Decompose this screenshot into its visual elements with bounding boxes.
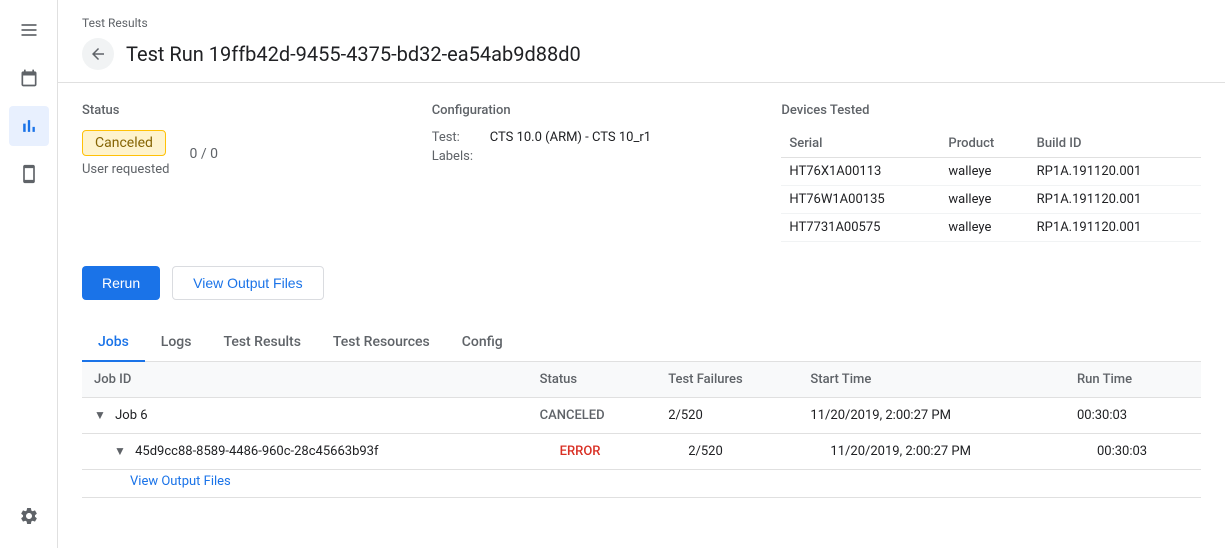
progress-text: 0 / 0	[189, 146, 217, 162]
info-section: Status Canceled User requested 0 / 0 Con…	[82, 103, 1201, 242]
test-value: CTS 10.0 (ARM) - CTS 10_r1	[490, 130, 651, 145]
view-output-button[interactable]: View Output Files	[172, 266, 323, 300]
content-area: Status Canceled User requested 0 / 0 Con…	[58, 83, 1225, 548]
child-run-time: 00:30:03	[1065, 434, 1201, 470]
device-serial: HT76W1A00135	[781, 186, 940, 214]
table-row: HT76W1A00135 walleye RP1A.191120.001	[781, 186, 1201, 214]
job-id: ▼ Job 6	[82, 398, 528, 434]
device-build: RP1A.191120.001	[1029, 186, 1201, 214]
status-badge: Canceled	[82, 130, 166, 156]
device-serial: HT76X1A00113	[781, 158, 940, 186]
tab-test-resources[interactable]: Test Resources	[317, 324, 446, 362]
job-status: CANCELED	[528, 398, 657, 434]
tab-test-results[interactable]: Test Results	[207, 324, 316, 362]
page-title: Test Run 19ffb42d-9455-4375-bd32-ea54ab9…	[126, 42, 581, 66]
device-product: walleye	[940, 158, 1028, 186]
header: Test Results Test Run 19ffb42d-9455-4375…	[58, 0, 1225, 83]
config-block: Configuration Test: CTS 10.0 (ARM) - CTS…	[432, 103, 782, 242]
table-row: ▼ Job 6 CANCELED 2/520 11/20/2019, 2:00:…	[82, 398, 1201, 434]
main-content: Test Results Test Run 19ffb42d-9455-4375…	[58, 0, 1225, 548]
col-test-failures: Test Failures	[656, 362, 798, 398]
job-test-failures: 2/520	[656, 398, 798, 434]
table-row: HT76X1A00113 walleye RP1A.191120.001	[781, 158, 1201, 186]
rerun-button[interactable]: Rerun	[82, 266, 160, 300]
phone-icon[interactable]	[9, 154, 49, 194]
back-button[interactable]	[82, 38, 114, 70]
col-status: Status	[528, 362, 657, 398]
table-row: ▼ 45d9cc88-8589-4486-960c-28c45663b93f E…	[82, 434, 1201, 470]
bar-chart-icon[interactable]	[9, 106, 49, 146]
child-test-failures: 2/520	[656, 434, 798, 470]
tab-logs[interactable]: Logs	[145, 324, 208, 362]
tabs: JobsLogsTest ResultsTest ResourcesConfig	[82, 324, 1201, 362]
expand-icon[interactable]: ▼	[94, 408, 106, 422]
sidebar	[0, 0, 58, 548]
devices-col-build: Build ID	[1029, 130, 1201, 158]
view-output-link[interactable]: View Output Files	[130, 474, 231, 489]
devices-title: Devices Tested	[781, 103, 1201, 118]
job-start-time: 11/20/2019, 2:00:27 PM	[798, 398, 1065, 434]
actions-row: Rerun View Output Files	[82, 266, 1201, 300]
devices-col-product: Product	[940, 130, 1028, 158]
list-icon[interactable]	[9, 10, 49, 50]
test-label: Test:	[432, 130, 482, 145]
device-build: RP1A.191120.001	[1029, 214, 1201, 242]
child-start-time: 11/20/2019, 2:00:27 PM	[798, 434, 1065, 470]
job-run-time: 00:30:03	[1065, 398, 1201, 434]
labels-label: Labels:	[432, 149, 482, 164]
devices-block: Devices Tested Serial Product Build ID H…	[781, 103, 1201, 242]
view-output-cell: View Output Files	[82, 470, 1201, 498]
col-job-id: Job ID	[82, 362, 528, 398]
table-row: HT7731A00575 walleye RP1A.191120.001	[781, 214, 1201, 242]
status-title: Status	[82, 103, 432, 118]
status-sub: User requested	[82, 162, 169, 177]
settings-icon[interactable]	[9, 496, 49, 536]
jobs-table: Job ID Status Test Failures Start Time R…	[82, 362, 1201, 498]
child-job-id: ▼ 45d9cc88-8589-4486-960c-28c45663b93f	[82, 434, 528, 470]
devices-col-serial: Serial	[781, 130, 940, 158]
tab-jobs[interactable]: Jobs	[82, 324, 145, 362]
expand-icon[interactable]: ▼	[114, 444, 126, 458]
col-run-time: Run Time	[1065, 362, 1201, 398]
device-build: RP1A.191120.001	[1029, 158, 1201, 186]
device-product: walleye	[940, 214, 1028, 242]
devices-table: Serial Product Build ID HT76X1A00113 wal…	[781, 130, 1201, 242]
child-status: ERROR	[528, 434, 657, 470]
tab-config[interactable]: Config	[446, 324, 519, 362]
config-title: Configuration	[432, 103, 782, 118]
breadcrumb: Test Results	[82, 16, 1201, 30]
status-block: Status Canceled User requested 0 / 0	[82, 103, 432, 242]
col-start-time: Start Time	[798, 362, 1065, 398]
output-row: View Output Files	[82, 470, 1201, 498]
calendar-icon[interactable]	[9, 58, 49, 98]
device-product: walleye	[940, 186, 1028, 214]
device-serial: HT7731A00575	[781, 214, 940, 242]
